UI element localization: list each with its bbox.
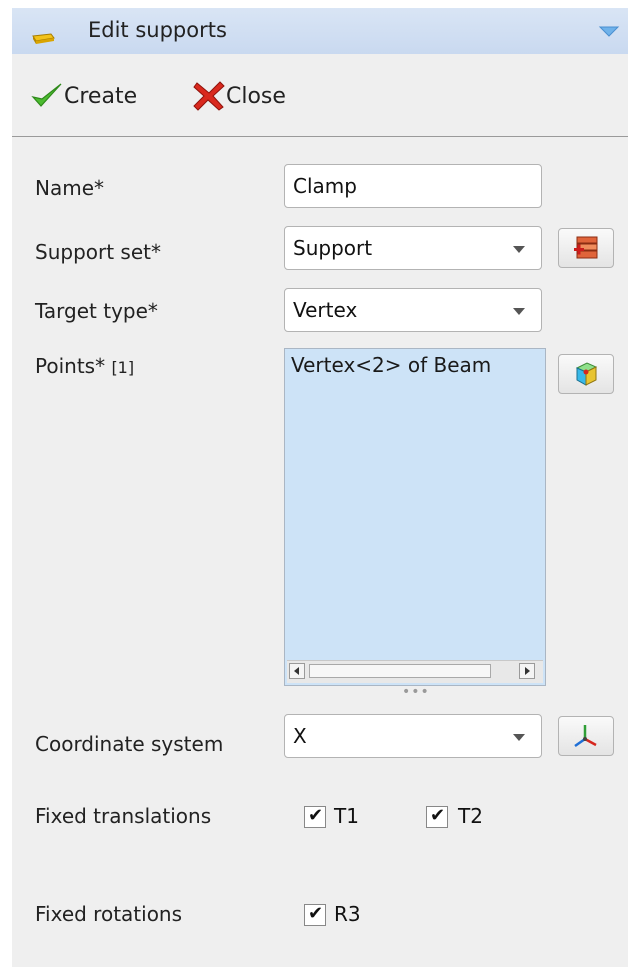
checkmark-icon [31, 83, 62, 107]
horizontal-scrollbar[interactable] [287, 660, 543, 683]
select-vertex-button[interactable] [558, 354, 614, 394]
support-icon [32, 33, 55, 44]
create-label: Create [64, 83, 138, 109]
fixed-translations-label: Fixed translations [35, 804, 212, 828]
support-set-dropdown[interactable]: Support [284, 226, 542, 270]
name-label: Name* [35, 176, 105, 200]
resize-grip-icon[interactable]: ••• [402, 684, 430, 700]
panel-title: Edit supports [88, 18, 227, 42]
close-button[interactable]: Close [192, 76, 286, 116]
support-set-label: Support set* [35, 240, 161, 264]
points-label-text: Points* [35, 354, 106, 378]
target-type-label: Target type* [35, 299, 158, 323]
scroll-left-icon[interactable] [289, 663, 305, 679]
target-type-dropdown[interactable]: Vertex [284, 288, 542, 332]
close-label: Close [226, 83, 286, 109]
new-support-set-button[interactable] [558, 228, 614, 268]
edit-supports-panel: Edit supports Create Close Name* Clamp S… [12, 8, 628, 967]
coordinate-axes-button[interactable] [558, 716, 614, 756]
coordinate-system-dropdown[interactable]: X [284, 714, 542, 758]
fixed-rotations-label: Fixed rotations [35, 902, 183, 926]
toolbar: Create Close [12, 54, 628, 138]
toolbar-divider [12, 136, 628, 137]
collapse-triangle-icon[interactable] [598, 24, 620, 38]
r3-checkbox[interactable] [304, 903, 326, 926]
coordinate-axes-icon [574, 725, 597, 748]
r3-label: R3 [334, 902, 361, 926]
coordinate-system-label: Coordinate system [35, 732, 224, 756]
list-item[interactable]: Vertex<2> of Beam [291, 353, 543, 377]
t1-label: T1 [334, 804, 359, 828]
panel-titlebar[interactable]: Edit supports [12, 8, 628, 54]
name-field[interactable]: Clamp [284, 164, 542, 208]
new-support-set-icon [574, 236, 598, 259]
scroll-right-icon[interactable] [519, 663, 535, 679]
select-vertex-icon [575, 362, 598, 386]
red-x-icon [193, 81, 225, 111]
points-count: [1] [111, 358, 135, 377]
create-button[interactable]: Create [30, 76, 137, 116]
t2-label: T2 [458, 804, 483, 828]
t2-checkbox[interactable] [426, 805, 448, 828]
t1-checkbox[interactable] [304, 805, 326, 828]
points-list[interactable]: Vertex<2> of Beam [284, 348, 546, 686]
points-label: Points* [1] [35, 354, 134, 378]
scroll-thumb[interactable] [309, 664, 491, 678]
